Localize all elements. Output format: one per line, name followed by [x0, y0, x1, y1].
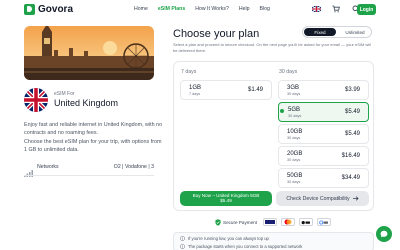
plan-data-amount: 20GB	[287, 151, 303, 157]
buy-now-price: $5.49	[220, 198, 232, 203]
signal-icon	[24, 164, 33, 182]
plan-data-amount: 3GB	[287, 85, 300, 91]
check-compatibility-label: Check Device Compatibility	[286, 195, 350, 202]
toggle-unlimited[interactable]: Unlimited	[339, 28, 371, 36]
info-line: The package starts when you connect to a…	[180, 244, 302, 249]
plan-price: $1.49	[247, 87, 263, 93]
nav-esim-plans[interactable]: eSIM Plans	[158, 6, 185, 12]
networks-label: Networks	[37, 164, 59, 170]
country-description-2: Choose the best eSIM plan for your trip,…	[24, 139, 162, 153]
info-text: The package starts when you connect to a…	[188, 244, 303, 249]
plan-duration: 7 days	[189, 92, 201, 96]
brand-logo[interactable]: Govora	[24, 4, 73, 15]
cart-icon[interactable]	[331, 4, 341, 14]
plan-card-3gb-30d[interactable]: 3GB 30 days $3.99	[278, 80, 369, 100]
plan-duration: 30 days	[287, 158, 301, 162]
plan-description: Select a plan and proceed to secure chec…	[173, 42, 371, 53]
nav-help[interactable]: Help	[239, 6, 250, 12]
uk-flag-icon	[24, 88, 48, 112]
plan-card-50gb-30d[interactable]: 50GB 30 days $34.49	[278, 168, 369, 188]
header-icons	[311, 4, 361, 14]
apple-pay-icon	[298, 218, 313, 226]
secure-payment: Secure Payment	[215, 218, 257, 226]
chat-button[interactable]	[376, 226, 392, 242]
plan-data-amount: 5GB	[288, 107, 301, 113]
country-name: United Kingdom	[54, 98, 119, 108]
plan-price: $3.99	[344, 87, 360, 93]
check-compatibility-button[interactable]: Check Device Compatibility	[276, 191, 369, 206]
plan-duration: 30 days	[287, 136, 301, 140]
plan-duration: 30 days	[288, 114, 302, 118]
plans-panel: 7 days 30 days 1GB 7 days $1.49 3GB 30 d…	[173, 61, 374, 211]
plan-type-toggle: Fixed Unlimited	[302, 26, 372, 38]
plan-data-amount: 50GB	[287, 173, 303, 179]
plan-price: $5.49	[344, 131, 360, 137]
plan-card-10gb-30d[interactable]: 10GB 30 days $5.49	[278, 124, 369, 144]
nav-home[interactable]: Home	[134, 6, 148, 12]
info-icon	[180, 244, 185, 249]
page-title: Choose your plan	[173, 28, 260, 40]
google-pay-icon	[316, 218, 331, 226]
brand-logo-icon	[24, 4, 35, 15]
plan-price: $34.49	[341, 175, 360, 181]
nav-how-it-works[interactable]: How It Works?	[195, 6, 229, 12]
info-icon	[180, 236, 185, 241]
networks-row: Networks O2 | Vodafone | 3	[24, 162, 154, 177]
info-box: If you're running low, you can always to…	[173, 232, 374, 250]
toggle-fixed[interactable]: Fixed	[304, 28, 336, 36]
networks-value: O2 | Vodafone | 3	[113, 164, 154, 170]
info-line: If you're running low, you can always to…	[180, 236, 269, 241]
brand-name: Govora	[38, 4, 74, 15]
plan-price: $16.49	[341, 153, 360, 159]
secure-payment-label: Secure Payment	[223, 219, 257, 225]
plan-price: $5.49	[344, 109, 360, 115]
buy-now-button[interactable]: Buy Now – United Kingdom 5GB $5.49	[180, 191, 272, 206]
chat-icon	[380, 230, 388, 238]
payment-methods: Secure Payment	[215, 217, 331, 227]
country-hero-image	[24, 26, 154, 80]
plan-card-5gb-30d[interactable]: 5GB 30 days $5.49	[278, 102, 369, 122]
visa-icon	[262, 218, 277, 226]
shield-check-icon	[215, 218, 221, 226]
plan-duration: 30 days	[287, 92, 301, 96]
column-header-7-days: 7 days	[181, 69, 197, 75]
plan-card-20gb-30d[interactable]: 20GB 30 days $16.49	[278, 146, 369, 166]
flag-icon[interactable]	[311, 4, 321, 14]
plan-duration: 30 days	[287, 180, 301, 184]
selected-radio-icon	[280, 109, 284, 113]
nav-blog[interactable]: Blog	[260, 6, 270, 12]
info-text: If you're running low, you can always to…	[188, 236, 269, 241]
plan-data-amount: 10GB	[287, 129, 303, 135]
divider	[24, 175, 154, 176]
main-nav: Home eSIM Plans How It Works? Help Blog	[134, 6, 270, 12]
arrow-right-icon	[352, 196, 359, 201]
column-header-30-days: 30 days	[279, 69, 298, 75]
top-header: Govora Home eSIM Plans How It Works? Hel…	[0, 0, 400, 20]
esim-for-label: eSIM For	[54, 91, 75, 97]
country-description-1: Enjoy fast and reliable internet in Unit…	[24, 122, 163, 136]
plan-data-amount: 1GB	[189, 85, 202, 91]
login-button[interactable]: Login	[357, 4, 376, 15]
mastercard-icon	[280, 218, 295, 226]
plan-card-1gb-7d[interactable]: 1GB 7 days $1.49	[180, 80, 272, 100]
